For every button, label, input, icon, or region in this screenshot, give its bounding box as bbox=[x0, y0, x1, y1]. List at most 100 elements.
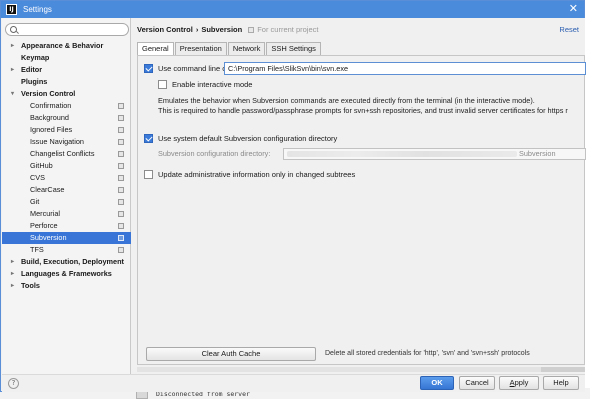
sidebar-item-github[interactable]: GitHub bbox=[2, 160, 131, 172]
sidebar-item-plugins[interactable]: Plugins bbox=[2, 76, 131, 88]
tab-presentation[interactable]: Presentation bbox=[174, 42, 227, 55]
sidebar-item-label: Keymap bbox=[21, 53, 50, 62]
project-level-icon bbox=[118, 235, 124, 241]
command-line-path-field[interactable]: C:\Program Files\SlikSvn\bin\svn.exe bbox=[224, 62, 586, 75]
collapsed-arrow-icon[interactable]: ▸ bbox=[11, 256, 14, 268]
dialog-footer: ? OK Cancel Apply Help bbox=[2, 374, 585, 392]
use-system-config-dir-checkbox[interactable] bbox=[144, 134, 153, 143]
project-level-icon bbox=[118, 175, 124, 181]
clear-auth-cache-description: Delete all stored credentials for 'http'… bbox=[325, 350, 530, 357]
sidebar-item-mercurial[interactable]: Mercurial bbox=[2, 208, 131, 220]
sidebar-item-label: Background bbox=[30, 113, 69, 122]
sidebar-item-label: Tools bbox=[21, 281, 40, 290]
settings-content: Version Control › Subversion For current… bbox=[132, 18, 586, 374]
sidebar-item-label: Perforce bbox=[30, 221, 58, 230]
settings-sidebar: ▸ Appearance & Behavior Keymap ▸ Editor Plugi… bbox=[2, 18, 131, 374]
breadcrumb-separator: › bbox=[195, 25, 199, 34]
intellij-app-icon: IJ bbox=[6, 4, 17, 15]
sidebar-item-label: TFS bbox=[30, 245, 44, 254]
sidebar-item-label: Editor bbox=[21, 65, 43, 74]
sidebar-item-label: Changelist Conflicts bbox=[30, 149, 95, 158]
sidebar-item-label: GitHub bbox=[30, 161, 53, 170]
horizontal-scrollbar[interactable] bbox=[137, 367, 585, 372]
clear-auth-cache-button[interactable]: Clear Auth Cache bbox=[146, 347, 316, 361]
cancel-button[interactable]: Cancel bbox=[459, 376, 495, 390]
settings-tree: ▸ Appearance & Behavior Keymap ▸ Editor Plugi… bbox=[2, 40, 131, 292]
update-admin-info-checkbox[interactable] bbox=[144, 170, 153, 179]
project-level-icon bbox=[118, 115, 124, 121]
title-bar[interactable]: IJ Settings ✕ bbox=[1, 1, 584, 18]
sidebar-item-languages-frameworks[interactable]: ▸ Languages & Frameworks bbox=[2, 268, 131, 280]
help-question-icon[interactable]: ? bbox=[8, 378, 19, 389]
project-level-icon bbox=[118, 199, 124, 205]
search-icon bbox=[10, 26, 17, 33]
tab-general[interactable]: General bbox=[137, 42, 174, 55]
project-level-icon bbox=[118, 211, 124, 217]
config-dir-path-redacted bbox=[287, 151, 517, 157]
sidebar-item-label: Subversion bbox=[30, 233, 67, 242]
sidebar-item-clearcase[interactable]: ClearCase bbox=[2, 184, 131, 196]
project-level-icon bbox=[118, 187, 124, 193]
sidebar-item-build-execution-deployment[interactable]: ▸ Build, Execution, Deployment bbox=[2, 256, 131, 268]
project-scope-label: For current project bbox=[257, 25, 319, 34]
sidebar-item-changelist-conflicts[interactable]: Changelist Conflicts bbox=[2, 148, 131, 160]
sidebar-item-editor[interactable]: ▸ Editor bbox=[2, 64, 131, 76]
update-admin-info-label: Update administrative information only i… bbox=[158, 170, 356, 179]
config-dir-label: Subversion configuration directory: bbox=[158, 149, 271, 158]
use-command-line-checkbox[interactable] bbox=[144, 64, 153, 73]
close-icon[interactable]: ✕ bbox=[569, 3, 578, 15]
reset-link[interactable]: Reset bbox=[559, 25, 579, 34]
sidebar-item-keymap[interactable]: Keymap bbox=[2, 52, 131, 64]
sidebar-item-label: Confirmation bbox=[30, 101, 72, 110]
collapsed-arrow-icon[interactable]: ▸ bbox=[11, 268, 14, 280]
general-tab-panel: Use command line client: C:\Program File… bbox=[137, 55, 586, 365]
help-button[interactable]: Help bbox=[543, 376, 579, 390]
breadcrumb: Version Control › Subversion For current… bbox=[137, 25, 318, 34]
window-title: Settings bbox=[23, 5, 52, 14]
scrollbar-thumb[interactable] bbox=[541, 367, 585, 372]
sidebar-item-cvs[interactable]: CVS bbox=[2, 172, 131, 184]
sidebar-item-confirmation[interactable]: Confirmation bbox=[2, 100, 131, 112]
sidebar-item-label: CVS bbox=[30, 173, 46, 182]
sidebar-item-label: Appearance & Behavior bbox=[21, 41, 104, 50]
project-level-icon bbox=[118, 127, 124, 133]
enable-interactive-checkbox[interactable] bbox=[158, 80, 167, 89]
interactive-note-line-2: This is required to handle password/pass… bbox=[158, 106, 568, 115]
apply-button[interactable]: Apply bbox=[499, 376, 539, 390]
sidebar-item-subversion[interactable]: Subversion bbox=[2, 232, 131, 244]
sidebar-item-label: Build, Execution, Deployment bbox=[21, 257, 124, 266]
sidebar-item-label: Plugins bbox=[21, 77, 48, 86]
project-level-icon bbox=[118, 151, 124, 157]
search-input[interactable] bbox=[21, 24, 125, 35]
tab-ssh-settings[interactable]: SSH Settings bbox=[266, 42, 321, 55]
tab-network[interactable]: Network bbox=[227, 42, 266, 55]
collapsed-arrow-icon[interactable]: ▸ bbox=[11, 40, 14, 52]
sidebar-item-label: Ignored Files bbox=[30, 125, 73, 134]
breadcrumb-parent: Version Control bbox=[137, 25, 193, 34]
ok-button[interactable]: OK bbox=[420, 376, 454, 390]
sidebar-item-tfs[interactable]: TFS bbox=[2, 244, 131, 256]
expanded-arrow-icon[interactable]: ▾ bbox=[11, 88, 14, 100]
project-level-icon bbox=[118, 163, 124, 169]
sidebar-item-ignored-files[interactable]: Ignored Files bbox=[2, 124, 131, 136]
config-dir-value-tail: Subversion bbox=[519, 149, 556, 158]
project-icon bbox=[248, 26, 255, 33]
sidebar-item-version-control[interactable]: ▾ Version Control bbox=[2, 88, 131, 100]
sidebar-item-tools[interactable]: ▸ Tools bbox=[2, 280, 131, 292]
use-system-config-dir-label: Use system default Subversion configurat… bbox=[158, 134, 338, 143]
sidebar-item-label: Mercurial bbox=[30, 209, 61, 218]
collapsed-arrow-icon[interactable]: ▸ bbox=[11, 64, 14, 76]
breadcrumb-current: Subversion bbox=[201, 25, 243, 34]
config-dir-field[interactable]: Subversion bbox=[283, 148, 586, 160]
project-level-icon bbox=[118, 139, 124, 145]
project-scope-note: For current project bbox=[248, 25, 318, 34]
settings-search[interactable] bbox=[5, 23, 129, 36]
sidebar-item-perforce[interactable]: Perforce bbox=[2, 220, 131, 232]
sidebar-item-background[interactable]: Background bbox=[2, 112, 131, 124]
sidebar-item-git[interactable]: Git bbox=[2, 196, 131, 208]
sidebar-item-appearance-behavior[interactable]: ▸ Appearance & Behavior bbox=[2, 40, 131, 52]
collapsed-arrow-icon[interactable]: ▸ bbox=[11, 280, 14, 292]
sidebar-item-issue-navigation[interactable]: Issue Navigation bbox=[2, 136, 131, 148]
sidebar-item-label: Git bbox=[30, 197, 40, 206]
enable-interactive-label: Enable interactive mode bbox=[172, 80, 253, 89]
